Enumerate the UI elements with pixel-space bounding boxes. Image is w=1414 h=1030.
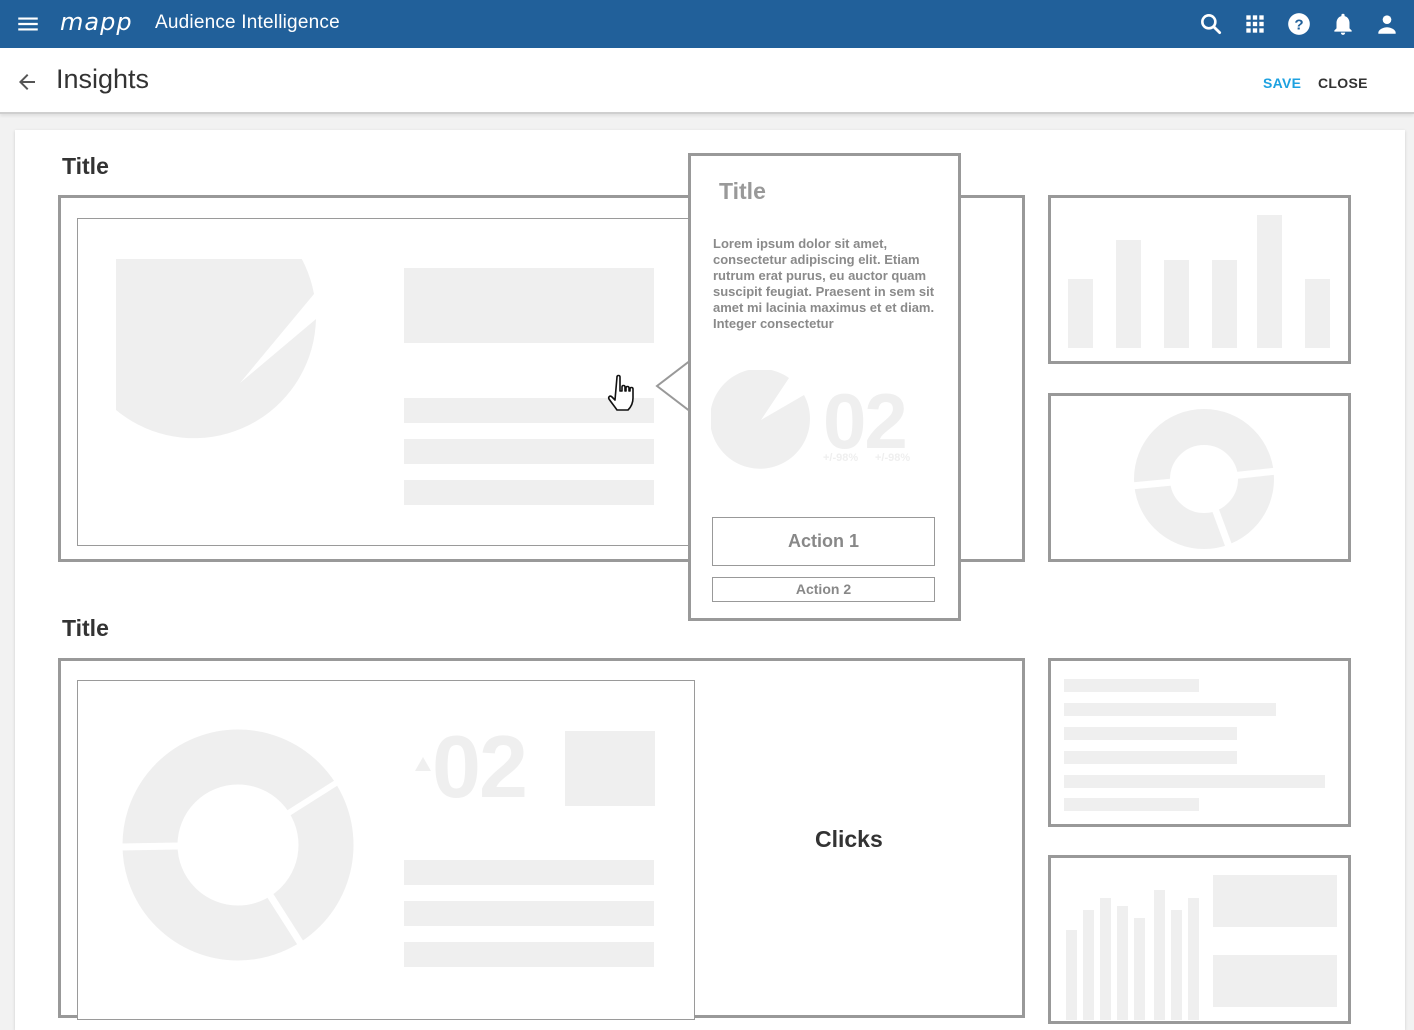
close-button[interactable]: CLOSE: [1318, 75, 1368, 91]
save-button[interactable]: SAVE: [1263, 75, 1301, 91]
bar-placeholder: [1154, 890, 1165, 1020]
block-placeholder: [565, 731, 655, 806]
line-placeholder: [404, 439, 654, 464]
block-placeholder: [404, 268, 654, 343]
popover-change-a: +/-98%: [823, 452, 859, 464]
bar-placeholder: [1100, 898, 1111, 1020]
trend-up-icon: [415, 757, 431, 771]
popover-title: Title: [719, 178, 766, 204]
svg-text:?: ?: [1294, 16, 1303, 33]
bar-chart-widget[interactable]: [1048, 195, 1351, 364]
action-1-button[interactable]: Action 1: [712, 517, 935, 566]
line-placeholder: [1064, 775, 1325, 788]
donut-chart-widget[interactable]: [1048, 393, 1351, 562]
block-placeholder: [1213, 955, 1337, 1007]
search-icon[interactable]: [1198, 11, 1224, 37]
text-list-widget[interactable]: [1048, 658, 1351, 827]
popover-change-b: +/-98%: [875, 452, 911, 464]
bar-placeholder: [1212, 260, 1237, 348]
app-title: Audience Intelligence: [155, 12, 340, 33]
line-placeholder: [404, 860, 654, 885]
page-title: Insights: [56, 64, 150, 94]
bar-placeholder: [1171, 910, 1182, 1020]
bar-placeholder: [1188, 898, 1199, 1020]
bar-placeholder: [1083, 910, 1094, 1020]
bar-placeholder: [1164, 260, 1189, 348]
bar-chart-widget[interactable]: [1048, 855, 1351, 1024]
action-2-button[interactable]: Action 2: [712, 577, 935, 602]
line-placeholder: [1064, 679, 1199, 692]
line-placeholder: [404, 480, 654, 505]
bar-placeholder: [1117, 906, 1128, 1020]
main-widget-inner: [77, 218, 694, 546]
account-icon[interactable]: [1374, 11, 1400, 37]
clicks-label: Clicks: [815, 826, 883, 852]
menu-icon[interactable]: [15, 11, 41, 37]
back-arrow-icon[interactable]: [15, 70, 39, 94]
donut-chart-placeholder: [118, 729, 354, 961]
line-placeholder: [1064, 798, 1199, 811]
popover-arrow: [655, 360, 692, 412]
top-app-bar: mapp Audience Intelligence ?: [0, 0, 1414, 48]
block-placeholder: [1213, 875, 1337, 927]
popover-body: Lorem ipsum dolor sit amet, consectetur …: [713, 236, 935, 331]
bar-placeholder: [1134, 918, 1145, 1020]
notifications-icon[interactable]: [1330, 11, 1356, 37]
line-placeholder: [404, 901, 654, 926]
apps-grid-icon[interactable]: [1242, 11, 1268, 37]
line-placeholder: [404, 942, 654, 967]
bar-placeholder: [1068, 279, 1093, 348]
mapp-logo: mapp: [60, 8, 133, 36]
line-placeholder: [1064, 727, 1237, 740]
section-title: Title: [62, 615, 109, 641]
bar-placeholder: [1305, 279, 1330, 348]
pie-chart-placeholder: [116, 259, 364, 439]
line-placeholder: [1064, 751, 1237, 764]
line-placeholder: [1064, 703, 1276, 716]
bar-placeholder: [1257, 215, 1282, 348]
main-widget-inner: [77, 680, 695, 1020]
donut-chart-placeholder: [1131, 409, 1277, 552]
pie-chart-placeholder: [711, 370, 810, 469]
help-icon[interactable]: ?: [1286, 11, 1312, 37]
section-title: Title: [62, 153, 109, 179]
insight-popover: Title Lorem ipsum dolor sit amet, consec…: [688, 153, 961, 621]
page-header: [0, 48, 1414, 114]
kpi-value: 02: [432, 717, 528, 816]
hand-cursor-icon: [607, 374, 634, 411]
bar-placeholder: [1116, 240, 1141, 348]
